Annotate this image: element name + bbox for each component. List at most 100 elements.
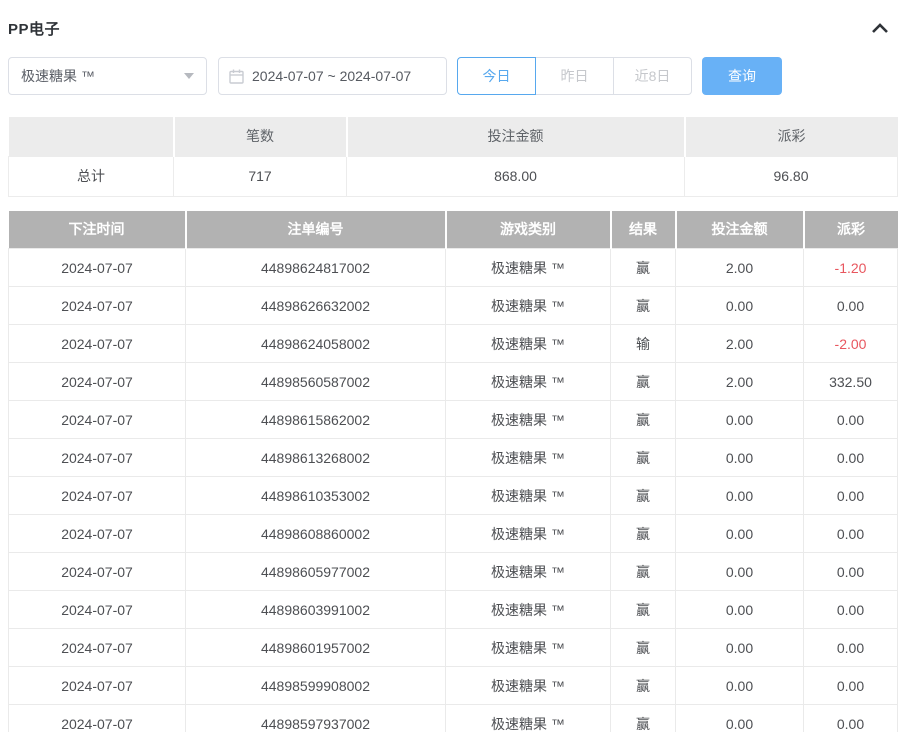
records-table: 下注时间 注单编号 游戏类别 结果 投注金额 派彩 2024-07-074489… — [8, 211, 898, 732]
cell-bet-id: 44898615862002 — [186, 401, 446, 439]
cell-result: 赢 — [611, 439, 676, 477]
summary-table: 笔数 投注金额 派彩 总计 717 868.00 96.80 — [8, 117, 898, 197]
collapse-button[interactable] — [869, 18, 891, 38]
cell-bet-amount: 0.00 — [676, 287, 804, 325]
caret-down-icon — [184, 73, 194, 79]
cell-bet-id: 44898626632002 — [186, 287, 446, 325]
table-row: 2024-07-0744898560587002极速糖果 ™赢2.00332.5… — [9, 363, 898, 401]
game-select-value: 极速糖果 ™ — [21, 66, 95, 86]
cell-payout: 0.00 — [804, 667, 898, 705]
cell-bet-time: 2024-07-07 — [9, 553, 186, 591]
table-row: 2024-07-0744898597937002极速糖果 ™赢0.000.00 — [9, 705, 898, 732]
cell-bet-time: 2024-07-07 — [9, 629, 186, 667]
cell-payout: 0.00 — [804, 629, 898, 667]
cell-bet-id: 44898605977002 — [186, 553, 446, 591]
cell-payout: 0.00 — [804, 705, 898, 732]
page-title: PP电子 — [8, 18, 60, 39]
cell-game-type: 极速糖果 ™ — [446, 629, 611, 667]
yesterday-button[interactable]: 昨日 — [535, 57, 614, 95]
cell-payout: 0.00 — [804, 553, 898, 591]
summary-header-row: 笔数 投注金额 派彩 — [9, 117, 898, 156]
game-select[interactable]: 极速糖果 ™ — [8, 57, 207, 95]
cell-result: 赢 — [611, 363, 676, 401]
summary-header-count: 笔数 — [174, 117, 347, 156]
records-tbody: 2024-07-0744898624817002极速糖果 ™赢2.00-1.20… — [9, 249, 898, 732]
cell-bet-id: 44898560587002 — [186, 363, 446, 401]
cell-bet-id: 44898624058002 — [186, 325, 446, 363]
header-game-type: 游戏类别 — [446, 211, 611, 249]
cell-game-type: 极速糖果 ™ — [446, 477, 611, 515]
cell-game-type: 极速糖果 ™ — [446, 591, 611, 629]
table-row: 2024-07-0744898601957002极速糖果 ™赢0.000.00 — [9, 629, 898, 667]
cell-bet-id: 44898624817002 — [186, 249, 446, 287]
cell-game-type: 极速糖果 ™ — [446, 553, 611, 591]
cell-game-type: 极速糖果 ™ — [446, 325, 611, 363]
table-row: 2024-07-0744898605977002极速糖果 ™赢0.000.00 — [9, 553, 898, 591]
cell-bet-time: 2024-07-07 — [9, 705, 186, 732]
table-row: 2024-07-0744898624817002极速糖果 ™赢2.00-1.20 — [9, 249, 898, 287]
cell-bet-amount: 0.00 — [676, 515, 804, 553]
table-row: 2024-07-0744898624058002极速糖果 ™输2.00-2.00 — [9, 325, 898, 363]
cell-payout: 0.00 — [804, 477, 898, 515]
cell-game-type: 极速糖果 ™ — [446, 401, 611, 439]
cell-payout: 0.00 — [804, 515, 898, 553]
cell-payout: 0.00 — [804, 591, 898, 629]
query-button[interactable]: 查询 — [702, 57, 782, 95]
cell-result: 赢 — [611, 591, 676, 629]
header-result: 结果 — [611, 211, 676, 249]
date-range-value: 2024-07-07 ~ 2024-07-07 — [252, 68, 411, 84]
cell-bet-amount: 0.00 — [676, 667, 804, 705]
header-payout: 派彩 — [804, 211, 898, 249]
summary-total-row: 总计 717 868.00 96.80 — [9, 156, 898, 196]
cell-result: 赢 — [611, 515, 676, 553]
cell-game-type: 极速糖果 ™ — [446, 667, 611, 705]
cell-bet-amount: 0.00 — [676, 401, 804, 439]
cell-bet-amount: 0.00 — [676, 477, 804, 515]
cell-result: 赢 — [611, 287, 676, 325]
cell-bet-time: 2024-07-07 — [9, 249, 186, 287]
cell-bet-time: 2024-07-07 — [9, 667, 186, 705]
summary-total-label: 总计 — [9, 156, 174, 196]
cell-bet-time: 2024-07-07 — [9, 439, 186, 477]
cell-game-type: 极速糖果 ™ — [446, 515, 611, 553]
cell-bet-time: 2024-07-07 — [9, 477, 186, 515]
cell-bet-id: 44898601957002 — [186, 629, 446, 667]
cell-bet-id: 44898603991002 — [186, 591, 446, 629]
quick-range-button-group: 今日 昨日 近8日 — [457, 57, 692, 95]
cell-bet-time: 2024-07-07 — [9, 591, 186, 629]
cell-bet-amount: 0.00 — [676, 591, 804, 629]
cell-payout: -2.00 — [804, 325, 898, 363]
today-button[interactable]: 今日 — [457, 57, 536, 95]
cell-result: 赢 — [611, 249, 676, 287]
calendar-icon — [229, 69, 244, 84]
cell-payout: 0.00 — [804, 401, 898, 439]
cell-result: 赢 — [611, 477, 676, 515]
cell-result: 输 — [611, 325, 676, 363]
cell-payout: 0.00 — [804, 439, 898, 477]
cell-result: 赢 — [611, 401, 676, 439]
cell-payout: -1.20 — [804, 249, 898, 287]
cell-bet-id: 44898610353002 — [186, 477, 446, 515]
date-range-input[interactable]: 2024-07-07 ~ 2024-07-07 — [218, 57, 447, 95]
last-8-days-button[interactable]: 近8日 — [613, 57, 692, 95]
cell-game-type: 极速糖果 ™ — [446, 287, 611, 325]
table-row: 2024-07-0744898610353002极速糖果 ™赢0.000.00 — [9, 477, 898, 515]
records-header-row: 下注时间 注单编号 游戏类别 结果 投注金额 派彩 — [9, 211, 898, 249]
cell-result: 赢 — [611, 705, 676, 732]
cell-game-type: 极速糖果 ™ — [446, 439, 611, 477]
table-row: 2024-07-0744898626632002极速糖果 ™赢0.000.00 — [9, 287, 898, 325]
cell-result: 赢 — [611, 667, 676, 705]
cell-bet-time: 2024-07-07 — [9, 401, 186, 439]
summary-total-payout: 96.80 — [685, 156, 898, 196]
cell-bet-id: 44898599908002 — [186, 667, 446, 705]
cell-game-type: 极速糖果 ™ — [446, 363, 611, 401]
cell-bet-time: 2024-07-07 — [9, 325, 186, 363]
cell-bet-time: 2024-07-07 — [9, 287, 186, 325]
table-row: 2024-07-0744898615862002极速糖果 ™赢0.000.00 — [9, 401, 898, 439]
cell-bet-id: 44898613268002 — [186, 439, 446, 477]
summary-total-count: 717 — [174, 156, 347, 196]
table-row: 2024-07-0744898599908002极速糖果 ™赢0.000.00 — [9, 667, 898, 705]
filter-row: 极速糖果 ™ 2024-07-07 ~ 2024-07-07 今日 昨日 近8日… — [8, 57, 897, 95]
header-bet-time: 下注时间 — [9, 211, 186, 249]
cell-bet-id: 44898608860002 — [186, 515, 446, 553]
